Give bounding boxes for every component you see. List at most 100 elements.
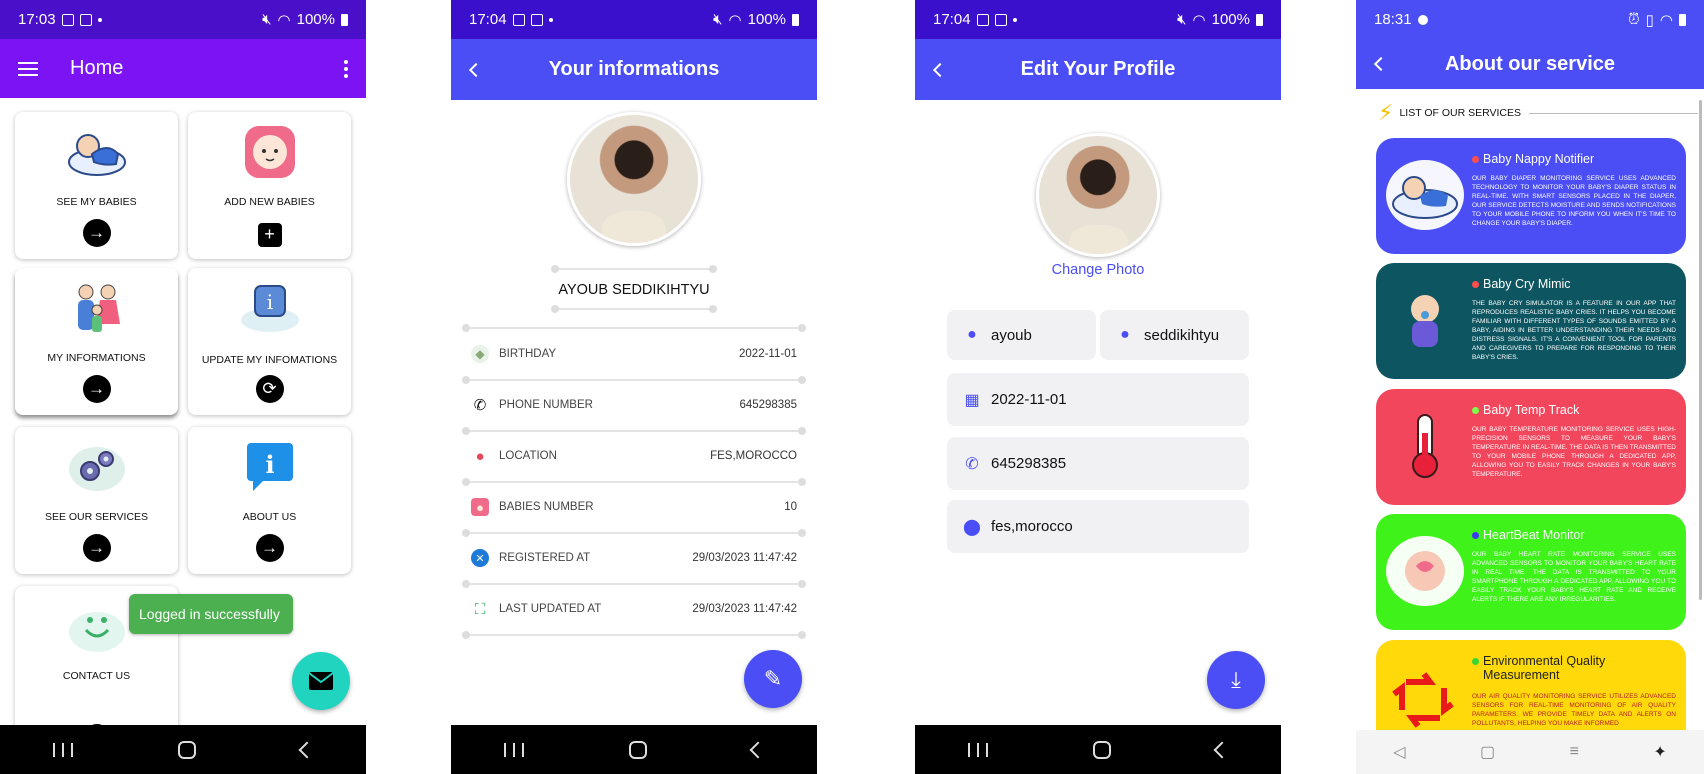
- service-title: Baby Nappy Notifier: [1483, 152, 1595, 166]
- battery-percent: 100%: [1211, 11, 1250, 28]
- status-dot: [1472, 532, 1479, 539]
- login-toast: Logged in successfully: [129, 594, 293, 634]
- about-us-card[interactable]: i ABOUT US →: [188, 427, 351, 574]
- info-row-babies-number: ● BABIES NUMBER 10: [471, 482, 797, 532]
- home-button[interactable]: ▢: [1480, 742, 1495, 762]
- home-button[interactable]: [628, 740, 647, 759]
- phone-field[interactable]: ✆ 645298385: [947, 437, 1249, 490]
- arrow-right-icon[interactable]: →: [255, 534, 284, 562]
- about-service-screen: 18:31 ⏰︎ ▯ ◠ About our service ⚡︎ LIST OF …: [1356, 0, 1704, 774]
- info-label: LOCATION: [499, 450, 557, 462]
- service-title: Environmental Quality Measurement: [1483, 654, 1606, 682]
- service-card[interactable]: Baby Temp Track Our baby temperature mon…: [1376, 389, 1686, 505]
- gallery-icon: [512, 13, 525, 26]
- baby-face-icon: ●: [471, 498, 489, 516]
- mute-icon: 🔇︎: [262, 11, 272, 28]
- refresh-icon[interactable]: ⟳: [255, 375, 284, 403]
- home-button[interactable]: [177, 740, 196, 759]
- info-label: BIRTHDAY: [499, 348, 557, 360]
- update-my-informations-card[interactable]: i UPDATE MY INFOMATIONS ⟳: [188, 268, 351, 415]
- status-time: 17:04: [469, 11, 507, 28]
- thermometer-icon: [1412, 414, 1438, 478]
- info-label: LAST UPDATED AT: [499, 603, 602, 615]
- profile-name: AYOUB SEDDIKIHTYU: [558, 282, 710, 298]
- mail-fab-button[interactable]: [292, 652, 350, 710]
- card-label: SEE MY BABIES: [56, 196, 137, 208]
- info-value: 645298385: [739, 399, 797, 411]
- add-new-babies-card[interactable]: ADD NEW BABIES +: [188, 112, 351, 259]
- accessibility-icon[interactable]: ✦: [1653, 742, 1666, 762]
- info-row-phone: ✆ PHONE NUMBER 645298385: [471, 380, 797, 430]
- more-options-icon[interactable]: [344, 59, 348, 78]
- download-icon: ⤓: [1231, 667, 1241, 692]
- back-button[interactable]: [1213, 741, 1231, 758]
- service-card[interactable]: HeartBeat Monitor Our baby heart rate mo…: [1376, 514, 1686, 630]
- card-label: CONTACT US: [62, 670, 131, 682]
- info-value: 29/03/2023 11:47:42: [692, 603, 797, 615]
- profile-photo: [567, 112, 701, 246]
- page-title: Your informations: [548, 58, 720, 80]
- my-informations-card[interactable]: MY INFORMATIONS →: [15, 268, 178, 415]
- save-profile-button[interactable]: ⤓: [1207, 651, 1265, 709]
- notification-dot-icon: [1012, 17, 1017, 22]
- edit-profile-button[interactable]: ✎: [744, 650, 802, 708]
- recents-button[interactable]: [967, 742, 988, 757]
- home-screen: 17:03 🔇︎ ◠ 100% Home SEE MY BABIES → ADD N…: [0, 0, 366, 774]
- first-name-field[interactable]: ● ayoub: [947, 310, 1096, 360]
- smiley-cloud-icon: [68, 612, 125, 652]
- birthday-field[interactable]: ▦ 2022-11-01: [947, 373, 1249, 426]
- status-bar: 17:04 🔇︎ ◠ 100%: [451, 0, 817, 39]
- see-my-babies-card[interactable]: SEE MY BABIES →: [15, 112, 178, 259]
- arrow-right-icon[interactable]: →: [82, 219, 111, 247]
- plus-box-icon[interactable]: +: [257, 223, 282, 247]
- status-bar: 17:03 🔇︎ ◠ 100%: [0, 0, 366, 39]
- recents-button[interactable]: [52, 742, 73, 757]
- mail-icon: [308, 672, 334, 690]
- back-button[interactable]: [298, 741, 316, 758]
- change-photo-link[interactable]: Change Photo: [915, 262, 1281, 278]
- location-field[interactable]: ⬤ fes,morocco: [947, 500, 1249, 553]
- status-dot: [1472, 156, 1479, 163]
- system-nav-bar: [915, 725, 1281, 774]
- service-description: The Baby Cry Simulator is a feature in o…: [1472, 300, 1676, 361]
- gallery-icon: [61, 13, 74, 26]
- back-button[interactable]: [749, 741, 767, 758]
- location-value: fes,morocco: [991, 518, 1073, 535]
- home-button[interactable]: [1092, 740, 1111, 759]
- service-description: Our baby heart rate monitoring service u…: [1472, 551, 1676, 603]
- location-pin-icon: ⬤: [963, 518, 981, 536]
- status-dot: [1472, 658, 1479, 665]
- scrollbar[interactable]: [1699, 100, 1702, 600]
- status-dot: [1472, 407, 1479, 414]
- service-card[interactable]: Baby Cry Mimic The Baby Cry Simulator is…: [1376, 263, 1686, 379]
- system-nav-bar: [0, 725, 366, 774]
- system-nav-bar: [451, 725, 817, 774]
- person-icon: ●: [1120, 326, 1130, 343]
- recents-button[interactable]: ≡: [1570, 743, 1579, 761]
- first-name-value: ayoub: [991, 326, 1032, 344]
- arrow-right-icon[interactable]: →: [82, 375, 111, 403]
- see-our-services-card[interactable]: SEE OUR SERVICES →: [15, 427, 178, 574]
- person-icon: ●: [967, 326, 977, 343]
- card-label: ADD NEW BABIES: [224, 196, 315, 208]
- service-description: Our air quality monitoring service utili…: [1472, 693, 1676, 727]
- battery-icon: [1256, 13, 1263, 26]
- service-title: Baby Cry Mimic: [1483, 277, 1571, 291]
- info-row-birthday: ◆ BIRTHDAY 2022-11-01: [471, 329, 797, 379]
- back-button[interactable]: ◁: [1393, 742, 1405, 762]
- location-pin-icon: ●: [475, 447, 485, 465]
- service-card[interactable]: Environmental Quality Measurement Our ai…: [1376, 640, 1686, 730]
- mute-icon: 🔇︎: [1177, 11, 1187, 28]
- menu-icon[interactable]: [18, 61, 38, 76]
- profile-photo[interactable]: [1036, 133, 1160, 257]
- service-card[interactable]: Baby Nappy Notifier Our baby diaper moni…: [1376, 138, 1686, 254]
- divider: [462, 631, 806, 639]
- recents-button[interactable]: [503, 742, 524, 757]
- last-name-field[interactable]: ● seddikihtyu: [1100, 310, 1249, 360]
- divider: [1529, 112, 1698, 114]
- system-nav-bar: ◁ ▢ ≡ ✦: [1356, 730, 1704, 774]
- svg-text:i: i: [265, 450, 274, 479]
- baby-sleeping-icon: [1386, 160, 1464, 230]
- your-informations-screen: 17:04 🔇︎ ◠ 100% Your informations AYOUB SE…: [451, 0, 817, 774]
- arrow-right-icon[interactable]: →: [82, 534, 111, 562]
